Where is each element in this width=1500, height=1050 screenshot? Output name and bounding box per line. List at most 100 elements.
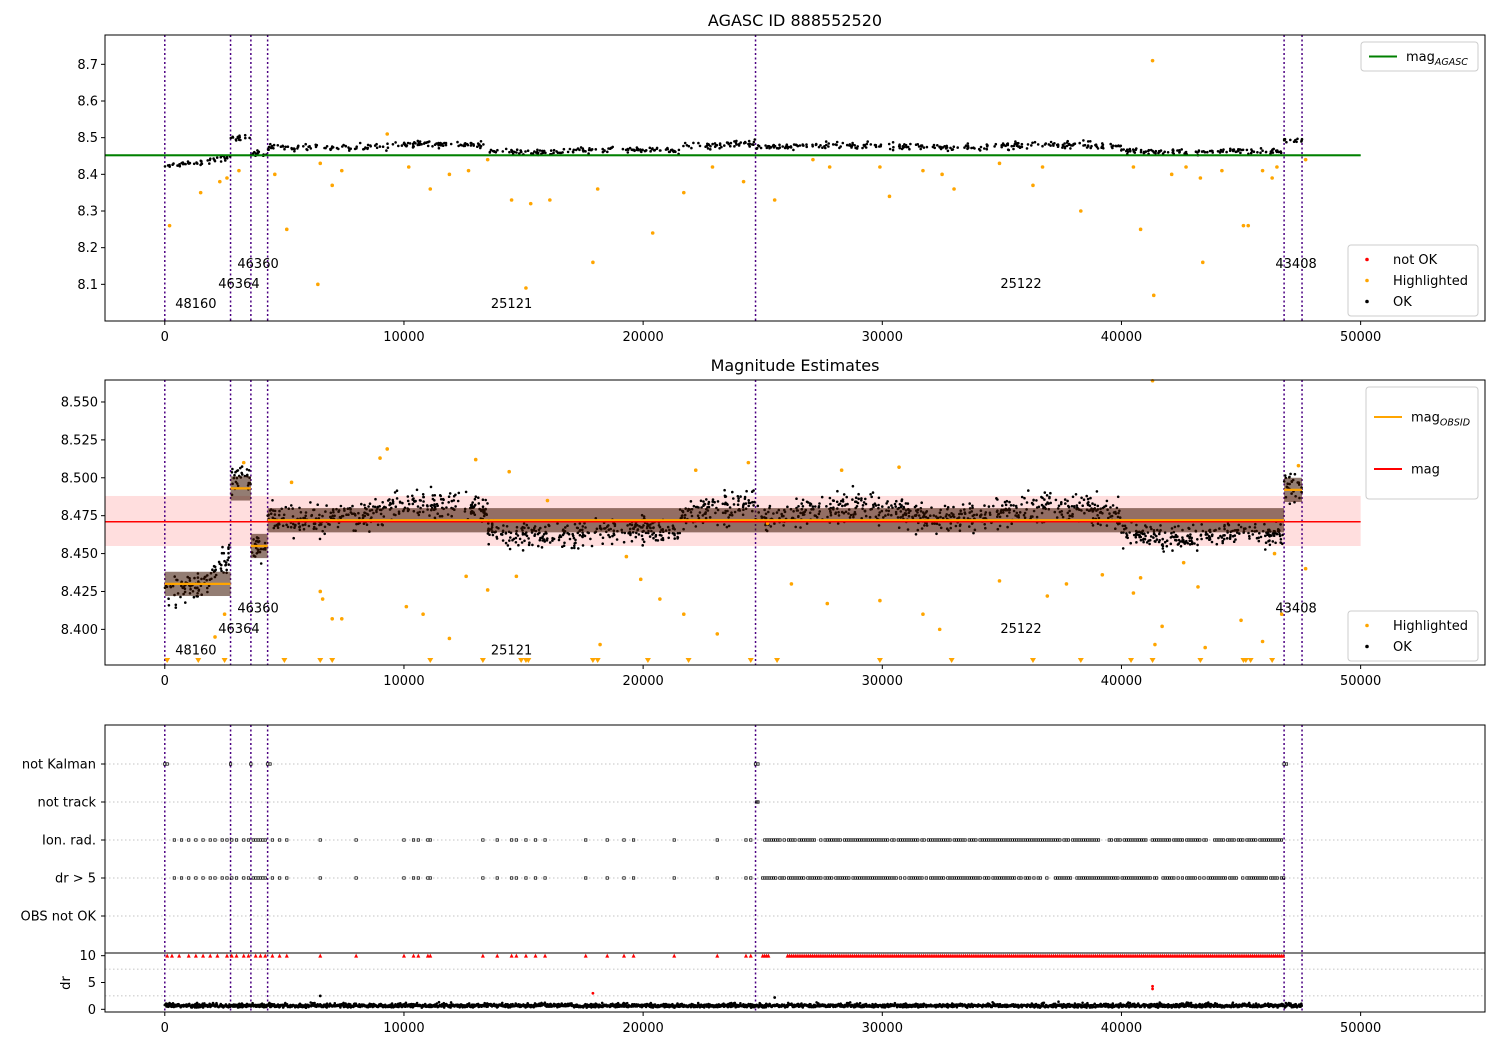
- obsid-label: 46364: [218, 622, 259, 637]
- highlighted-point: [591, 260, 595, 265]
- dr-outlier: [1151, 984, 1154, 988]
- highlighted-point: [1241, 223, 1246, 228]
- y-tick-label: 8.450: [61, 547, 98, 562]
- y-tick-label: 8.400: [61, 623, 98, 638]
- highlighted-point: [378, 456, 382, 460]
- highlighted-point: [225, 176, 229, 180]
- highlighted-point: [524, 286, 528, 290]
- highlighted-point: [1031, 183, 1035, 188]
- flag-category-label: dr > 5: [55, 872, 96, 887]
- highlighted-point: [681, 612, 686, 617]
- dr-outlier: [591, 991, 595, 995]
- y-tick-label: 8.500: [61, 471, 98, 486]
- highlighted-point: [681, 190, 686, 195]
- highlighted-point: [218, 179, 222, 184]
- legend-label-main: OK: [1393, 640, 1412, 655]
- highlighted-point: [1275, 165, 1279, 169]
- highlighted-point: [595, 187, 600, 191]
- highlighted-point: [715, 632, 720, 636]
- x-tick-label: 20000: [622, 674, 663, 689]
- highlighted-point: [887, 194, 892, 199]
- chart-title-agasc: AGASC ID 888552520: [708, 11, 882, 30]
- highlighted-point: [839, 468, 844, 472]
- obsid-label: 48160: [175, 643, 216, 658]
- highlighted-point: [940, 172, 944, 177]
- y-tick-label: 8.4: [77, 168, 98, 183]
- highlighted-point: [464, 574, 468, 579]
- highlighted-point: [466, 168, 471, 173]
- legend-label: mag: [1411, 463, 1440, 478]
- y-tick-label: 8.1: [77, 278, 98, 293]
- highlighted-point: [213, 635, 217, 639]
- highlighted-point: [1131, 591, 1136, 595]
- highlighted-point: [1272, 551, 1277, 556]
- highlighted-point: [650, 231, 655, 235]
- highlighted-point: [404, 604, 409, 609]
- highlighted-point: [545, 498, 550, 503]
- legend-label-main: not OK: [1393, 253, 1438, 268]
- legend-dot-swatch: [1365, 644, 1369, 649]
- highlighted-point: [222, 612, 227, 617]
- legend-label-main: mag: [1411, 463, 1440, 478]
- highlighted-point: [825, 601, 830, 606]
- legend-dot-swatch: [1365, 299, 1369, 304]
- highlighted-point: [997, 161, 1002, 166]
- x-tick-label: 30000: [862, 330, 903, 345]
- highlighted-point: [318, 161, 323, 166]
- obsid-label: 43408: [1275, 257, 1316, 272]
- obsid-label: 48160: [175, 297, 216, 312]
- y-tick-label: 8.425: [61, 585, 98, 600]
- highlighted-point: [1064, 582, 1069, 586]
- dr-outlier: [773, 996, 777, 999]
- legend-label-main: OK: [1393, 295, 1412, 310]
- highlighted-point: [1169, 172, 1174, 177]
- highlighted-point: [1239, 618, 1243, 623]
- highlighted-point: [1153, 642, 1157, 647]
- highlighted-point: [921, 612, 925, 617]
- highlighted-point: [1100, 573, 1105, 577]
- highlighted-point: [598, 642, 602, 647]
- x-tick-label: 40000: [1101, 674, 1142, 689]
- y-tick-label: 8.475: [61, 509, 98, 524]
- highlighted-point: [746, 460, 751, 465]
- highlighted-point: [428, 187, 433, 191]
- highlighted-point: [997, 579, 1002, 583]
- y-tick-label: 0: [88, 1003, 96, 1018]
- highlighted-point: [1260, 639, 1265, 644]
- y-tick-label: 8.7: [77, 58, 98, 73]
- x-tick-label: 20000: [622, 330, 663, 345]
- y-tick-label: 5: [88, 976, 96, 991]
- legend-label-main: mag: [1411, 411, 1440, 426]
- highlighted-point: [485, 588, 490, 592]
- highlighted-point: [1160, 624, 1164, 629]
- x-tick-label: 10000: [383, 330, 424, 345]
- x-tick-label: 50000: [1340, 330, 1381, 345]
- highlighted-point: [1181, 560, 1186, 565]
- figure: AGASC ID 888552520 Magnitude Estimates 4…: [0, 0, 1500, 1050]
- highlighted-point: [237, 168, 241, 173]
- obsid-label: 43408: [1275, 602, 1316, 617]
- highlighted-point: [320, 597, 325, 601]
- highlighted-point: [638, 577, 643, 582]
- y-tick-label: 8.525: [61, 433, 98, 448]
- legend-box: [1365, 386, 1479, 500]
- highlighted-point: [1198, 176, 1203, 180]
- highlighted-point: [273, 172, 277, 177]
- highlighted-point: [772, 198, 777, 202]
- highlighted-point: [1150, 378, 1155, 383]
- x-tick-label: 0: [161, 674, 169, 689]
- highlighted-point: [952, 187, 956, 191]
- highlighted-point: [406, 165, 411, 169]
- highlighted-point: [385, 132, 390, 136]
- legend-label-subscript: OBSID: [1440, 418, 1470, 429]
- y-tick-label: 10: [79, 949, 96, 964]
- legend-dot-swatch: [1365, 623, 1369, 628]
- highlighted-point: [339, 168, 344, 173]
- highlighted-point: [330, 183, 335, 188]
- highlighted-point: [509, 198, 514, 202]
- highlighted-point: [198, 190, 203, 195]
- highlighted-point: [485, 157, 490, 162]
- highlighted-point: [318, 589, 323, 594]
- highlighted-point: [1246, 223, 1251, 228]
- highlighted-point: [339, 616, 344, 621]
